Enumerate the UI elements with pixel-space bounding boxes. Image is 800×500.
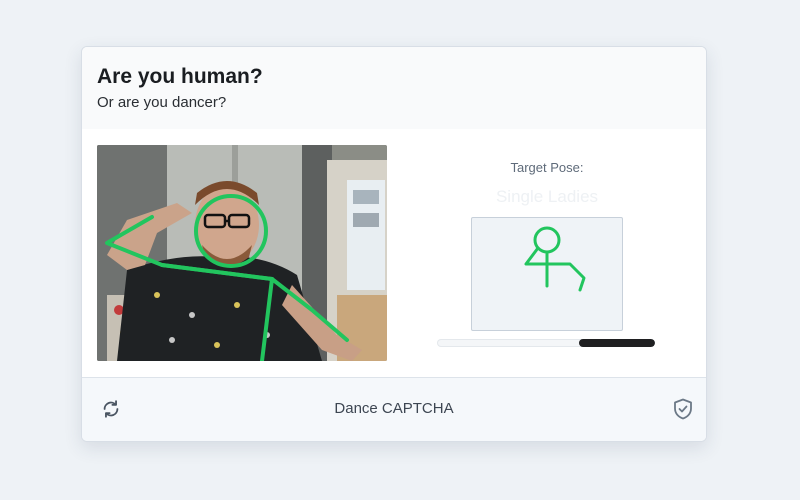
webcam-image [97,145,387,361]
card-header: Are you human? Or are you dancer? [82,47,706,129]
target-pose-label: Target Pose: [510,160,584,175]
shield-check-icon [671,397,695,421]
captcha-card: Are you human? Or are you dancer? Target… [81,46,707,442]
match-progress-fill [578,339,655,347]
captcha-brand-label: Dance CAPTCHA [334,400,454,417]
target-pose-figure [471,217,623,331]
captcha-footer: Dance CAPTCHA [82,377,706,441]
stick-figure-icon [524,226,586,292]
target-pose-name: Single Ladies [495,187,599,206]
captcha-title: Are you human? [97,65,263,88]
match-progress-bar [437,339,655,347]
webcam-feed [97,145,387,361]
captcha-subtitle: Or are you dancer? [97,94,227,111]
